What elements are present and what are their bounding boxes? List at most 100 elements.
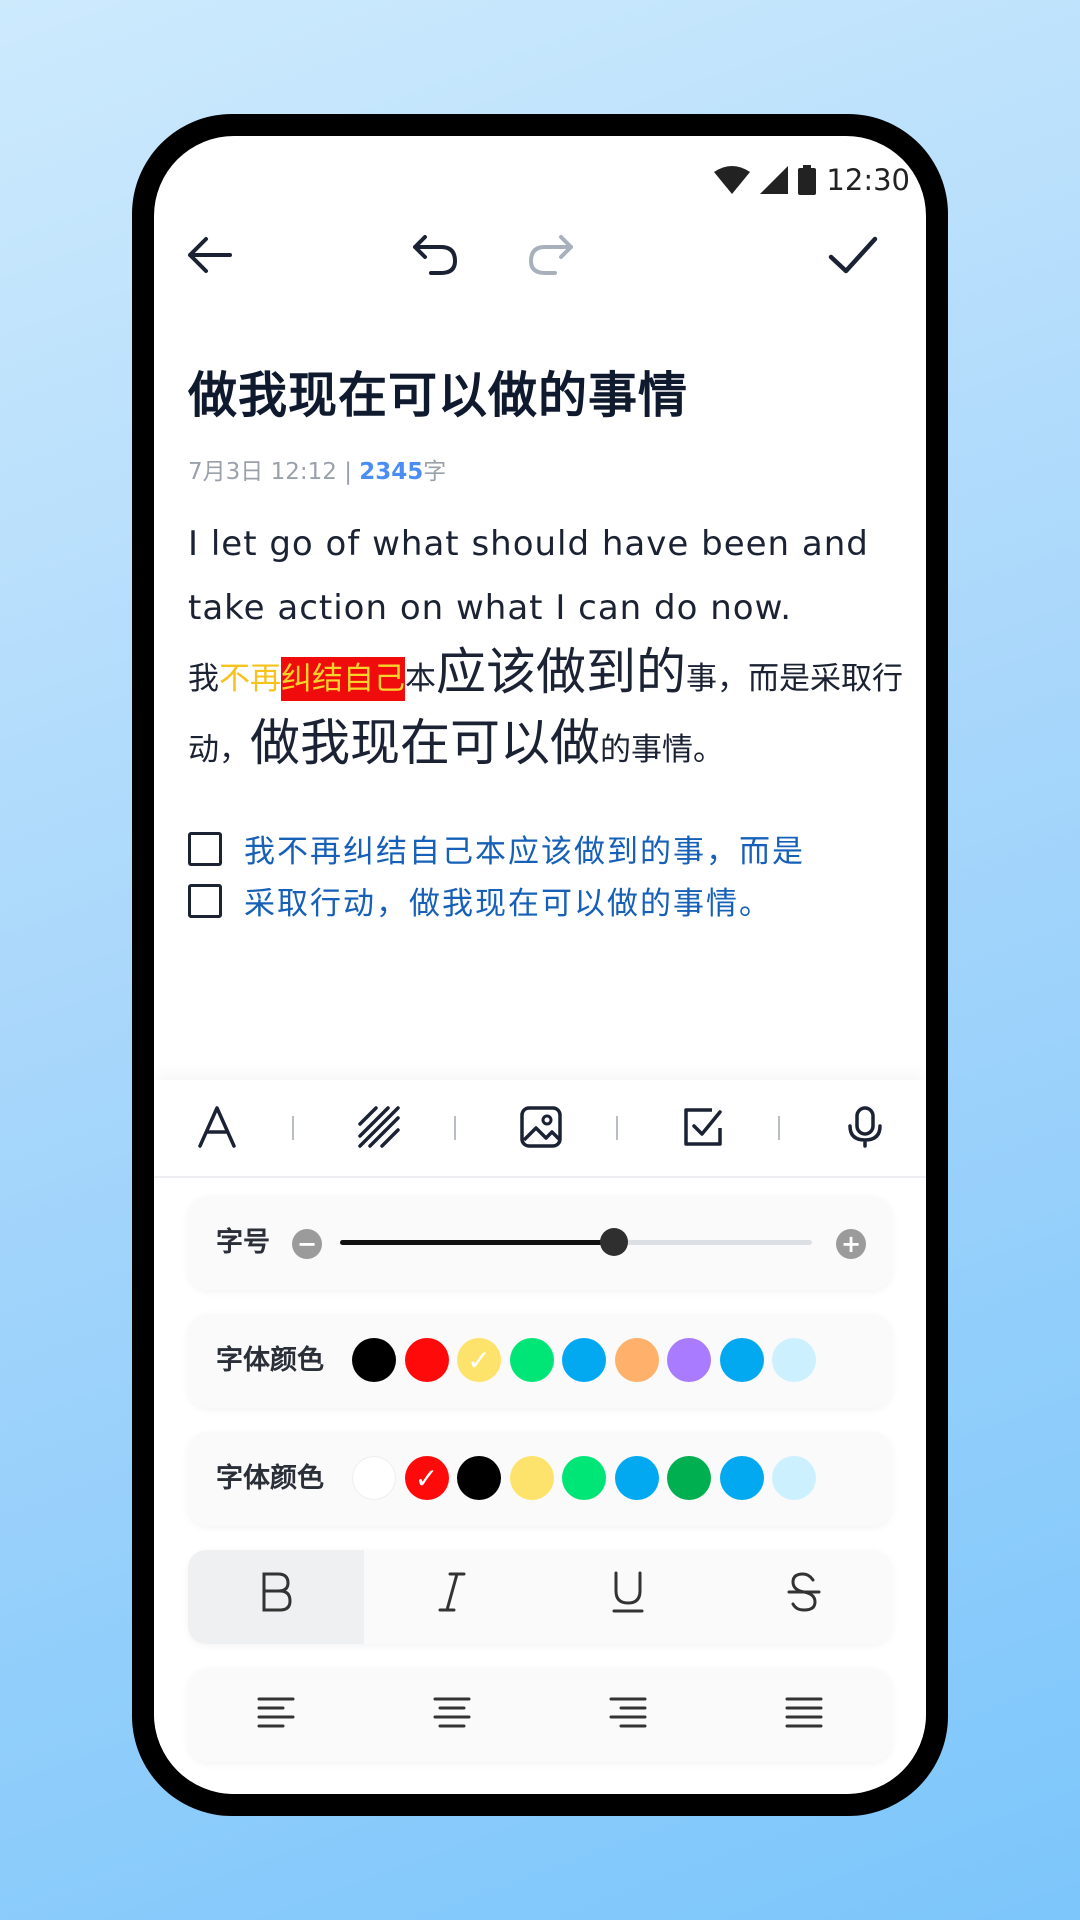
background-button[interactable]: [348, 1098, 410, 1160]
toolbar-divider: [778, 1116, 780, 1140]
font-color-label: 字体颜色: [216, 1345, 324, 1376]
align-right-button[interactable]: [540, 1668, 716, 1762]
letter-a-icon: [197, 1106, 237, 1152]
text-style-button[interactable]: [186, 1098, 248, 1160]
bg-color-swatch[interactable]: [614, 1456, 659, 1500]
signal-icon: [760, 166, 789, 194]
strikethrough-icon: [787, 1571, 821, 1623]
checklist-button[interactable]: [672, 1098, 734, 1160]
image-icon: [520, 1106, 562, 1152]
font-color-swatch[interactable]: [719, 1338, 764, 1382]
bold-icon: [260, 1572, 292, 1623]
back-button[interactable]: [174, 222, 244, 292]
todo-item: 采取行动，做我现在可以做的事情。: [188, 878, 772, 923]
bg-color-label: 字体颜色: [216, 1463, 324, 1494]
word-count: 2345: [359, 459, 424, 485]
underline-button[interactable]: [540, 1550, 716, 1644]
align-justify-button[interactable]: [716, 1668, 892, 1762]
bg-color-swatch[interactable]: [562, 1456, 606, 1500]
phone-frame: 12:30 做我现在可以做的事情 7月3日 12:12 | 2345字 I le…: [132, 114, 948, 1816]
microphone-icon: [847, 1106, 883, 1152]
font-color-swatch[interactable]: [562, 1338, 606, 1382]
align-left-button[interactable]: [188, 1668, 364, 1762]
bg-color-card: 字体颜色 ✓: [188, 1432, 892, 1526]
font-color-swatch[interactable]: [772, 1338, 816, 1382]
note-date: 7月3日 12:12: [188, 459, 337, 485]
font-color-swatches: ✓: [352, 1336, 892, 1386]
insert-image-button[interactable]: [510, 1098, 572, 1160]
done-button[interactable]: [818, 222, 888, 292]
align-right-icon: [609, 1690, 647, 1741]
font-color-swatch[interactable]: [352, 1338, 396, 1382]
status-time: 12:30: [826, 163, 910, 197]
text-segment-large: 做我现在可以做: [250, 714, 600, 772]
bg-color-swatch[interactable]: [352, 1456, 396, 1500]
text-segment-highlighted: 纠结自己: [281, 657, 405, 701]
todo-text[interactable]: 采取行动，做我现在可以做的事情。: [244, 878, 772, 923]
font-color-card: 字体颜色 ✓: [188, 1314, 892, 1408]
align-justify-icon: [785, 1690, 823, 1741]
checkmark-icon: [828, 235, 878, 279]
bg-color-swatch[interactable]: [719, 1456, 764, 1500]
increase-size-button[interactable]: +: [836, 1229, 866, 1259]
note-title[interactable]: 做我现在可以做的事情: [188, 356, 688, 427]
font-color-swatch[interactable]: [509, 1338, 554, 1382]
text-segment-yellow: 不再: [219, 661, 281, 697]
plus-icon: +: [840, 1230, 862, 1258]
slider-thumb[interactable]: [599, 1228, 628, 1256]
bold-button[interactable]: [188, 1550, 364, 1644]
toolbar-divider: [454, 1116, 456, 1140]
underline-icon: [612, 1571, 644, 1624]
todo-text[interactable]: 我不再纠结自己本应该做到的事，而是: [244, 826, 805, 871]
font-size-slider[interactable]: [340, 1228, 812, 1256]
alignment-card: [188, 1668, 892, 1762]
text-segment-large: 应该做到的: [436, 643, 686, 701]
wifi-icon: [714, 166, 751, 194]
strikethrough-button[interactable]: [716, 1550, 892, 1644]
toolbar-divider: [292, 1116, 294, 1140]
voice-button[interactable]: [834, 1098, 896, 1160]
screen: 12:30 做我现在可以做的事情 7月3日 12:12 | 2345字 I le…: [154, 136, 926, 1794]
font-color-swatch[interactable]: [404, 1338, 449, 1382]
minus-icon: −: [296, 1230, 318, 1258]
text-segment: 我: [188, 661, 219, 697]
decrease-size-button[interactable]: −: [292, 1229, 322, 1259]
bg-color-swatch[interactable]: ✓: [404, 1456, 449, 1500]
text-format-card: [188, 1550, 892, 1644]
font-color-swatch[interactable]: ✓: [457, 1338, 501, 1382]
bg-color-swatch[interactable]: [667, 1456, 711, 1500]
hatch-icon: [358, 1106, 400, 1152]
bg-color-swatches: ✓: [352, 1454, 892, 1504]
note-body-english[interactable]: I let go of what should have been and ta…: [188, 512, 888, 640]
bg-color-swatch[interactable]: [509, 1456, 554, 1500]
align-center-button[interactable]: [364, 1668, 540, 1762]
bg-color-swatch[interactable]: [457, 1456, 501, 1500]
italic-icon: [438, 1572, 466, 1623]
todo-checkbox[interactable]: [188, 883, 222, 918]
note-body-chinese[interactable]: 我不再纠结自己本应该做到的事，而是采取行动，做我现在可以做的事情。: [188, 640, 908, 782]
checkbox-icon: [682, 1106, 724, 1152]
todo-item: 我不再纠结自己本应该做到的事，而是: [188, 826, 805, 871]
check-icon: ✓: [414, 1461, 439, 1495]
text-segment: 的事情。: [600, 732, 724, 768]
font-color-swatch[interactable]: [614, 1338, 659, 1382]
undo-button[interactable]: [400, 222, 470, 292]
meta-separator: |: [344, 459, 352, 485]
italic-button[interactable]: [364, 1550, 540, 1644]
todo-checkbox[interactable]: [188, 831, 222, 866]
battery-icon: [798, 165, 817, 195]
font-size-card: 字号 − +: [188, 1196, 892, 1290]
align-center-icon: [433, 1690, 471, 1741]
note-meta: 7月3日 12:12 | 2345字: [188, 452, 446, 486]
toolbar-divider: [616, 1116, 618, 1140]
format-panel: 字号 − + 字体颜色 ✓ 字体颜色 ✓: [154, 1080, 926, 1794]
font-color-swatch[interactable]: [667, 1338, 711, 1382]
status-bar: 12:30: [714, 160, 910, 200]
bg-color-swatch[interactable]: [772, 1456, 816, 1500]
redo-icon: [527, 233, 575, 281]
font-size-label: 字号: [216, 1227, 270, 1258]
arrow-left-icon: [186, 235, 232, 279]
undo-icon: [411, 233, 459, 281]
check-icon: ✓: [467, 1343, 491, 1377]
redo-button[interactable]: [516, 222, 586, 292]
